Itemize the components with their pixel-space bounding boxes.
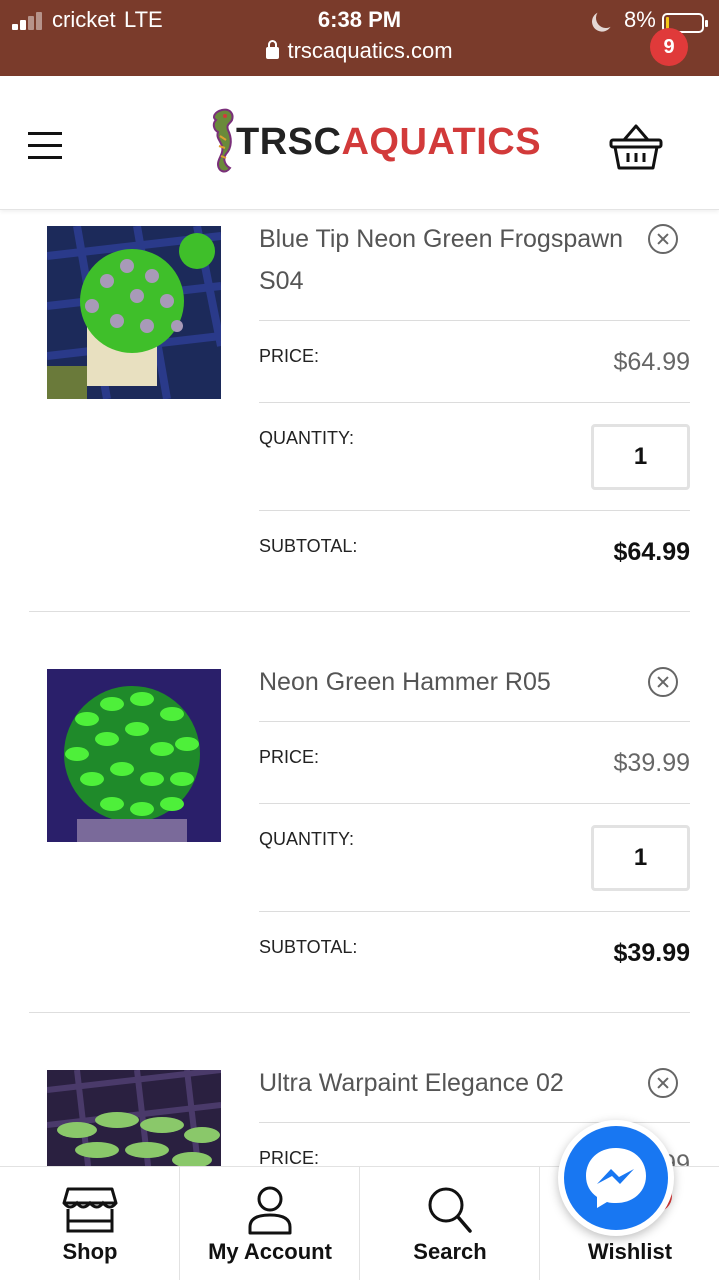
subtotal-label: SUBTOTAL: [259,536,358,556]
nav-my-account[interactable]: My Account [180,1167,360,1280]
product-title[interactable]: Ultra Warpaint Elegance 02 [259,1062,629,1104]
divider [259,803,690,804]
remove-item-icon[interactable] [648,224,678,254]
subtotal-label: SUBTOTAL: [259,937,358,957]
price-label: PRICE: [259,1148,320,1166]
nav-shop[interactable]: Shop [0,1167,180,1280]
cart-list: Blue Tip Neon Green Frogspawn S04 PRICE:… [0,210,719,1166]
messenger-icon [586,1148,646,1208]
logo-text-dark: TRSC [236,120,342,163]
subtotal-value: $39.99 [613,939,690,967]
nav-label: My Account [208,1239,332,1264]
lock-icon [266,40,280,59]
messenger-button[interactable] [558,1120,674,1236]
quantity-label: QUANTITY: [259,428,355,448]
price-label: PRICE: [259,747,320,767]
price-value: $39.99 [613,749,690,777]
divider [259,721,690,722]
quantity-label: QUANTITY: [259,829,355,849]
quantity-input[interactable]: 1 [591,825,690,891]
product-image[interactable] [47,1070,221,1166]
shop-icon [62,1187,118,1233]
price-label: PRICE: [259,346,320,366]
messenger-bubble [564,1126,668,1230]
cart-item: Blue Tip Neon Green Frogspawn S04 PRICE:… [0,210,719,612]
cart-item: Neon Green Hammer R05 PRICE: $39.99 QUAN… [0,612,719,1012]
product-image[interactable] [47,226,221,399]
menu-icon[interactable] [28,132,64,160]
basket-icon[interactable] [608,122,664,172]
divider [259,402,690,403]
user-icon [248,1186,292,1235]
status-bar: cricket LTE 6:38 PM 8% trscaquatics.com [0,0,719,76]
divider [259,510,690,511]
battery-percent: 8% [624,7,656,32]
nav-search[interactable]: Search [360,1167,540,1280]
search-icon [428,1187,472,1233]
divider [259,911,690,912]
subtotal-value: $64.99 [613,538,690,566]
remove-item-icon[interactable] [648,667,678,697]
nav-label: Wishlist [587,1239,673,1264]
nav-label: Shop [62,1239,118,1264]
cart-count-badge[interactable]: 9 [650,28,688,66]
product-image[interactable] [47,669,221,842]
quantity-input[interactable]: 1 [591,424,690,490]
logo-text: TRSCAQUATICS [236,121,541,164]
product-title[interactable]: Neon Green Hammer R05 [259,661,629,703]
price-value: $64.99 [613,348,690,376]
nav-label: Search [413,1239,487,1264]
site-logo[interactable]: TRSCAQUATICS [206,106,541,178]
divider [259,320,690,321]
url-bar[interactable]: trscaquatics.com [0,38,719,64]
logo-text-red: AQUATICS [341,120,542,163]
product-title[interactable]: Blue Tip Neon Green Frogspawn S04 [259,218,629,302]
seahorse-logo-icon [212,108,234,173]
remove-item-icon[interactable] [648,1068,678,1098]
site-header: TRSCAQUATICS [0,76,719,210]
url-text: trscaquatics.com [287,38,453,63]
